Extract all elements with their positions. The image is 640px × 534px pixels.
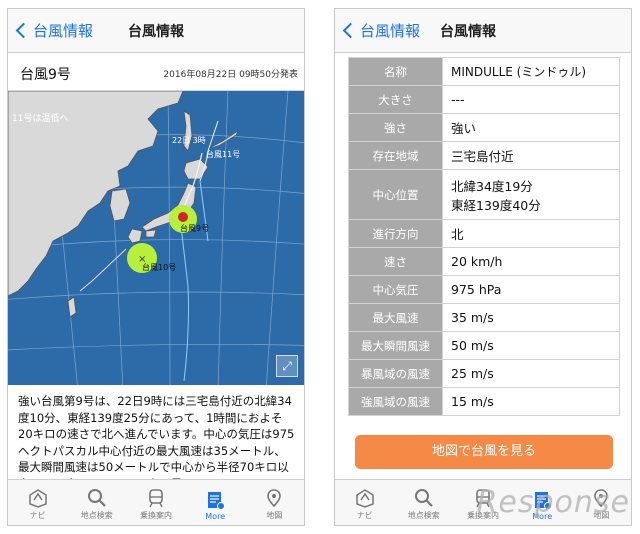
table-row: 存在地域 三宅島付近 bbox=[348, 141, 620, 170]
table-row: 強さ 強い bbox=[348, 113, 620, 142]
tab-label-navi: ナビ bbox=[356, 511, 373, 520]
back-label: 台風情報 bbox=[33, 22, 94, 40]
row-value-storm-wind: 25 m/s bbox=[442, 359, 620, 388]
center-latitude: 北緯34度19分 bbox=[451, 178, 533, 194]
row-value-size: --- bbox=[442, 85, 620, 114]
map-pin-icon bbox=[267, 489, 282, 508]
chevron-left-icon bbox=[342, 22, 359, 39]
navi-icon bbox=[355, 489, 374, 508]
row-key-strength: 強さ bbox=[348, 113, 443, 142]
train-icon bbox=[149, 489, 163, 508]
search-icon bbox=[414, 489, 433, 507]
tab-search[interactable]: 地点検索 bbox=[67, 480, 126, 525]
tab-search[interactable]: 地点検索 bbox=[394, 480, 453, 525]
typhoon-map[interactable]: × 11号は温低へ 22日 3時 台風11号 台風9号 台風10号 ⤢ bbox=[8, 91, 304, 385]
row-key-center: 中心位置 bbox=[348, 169, 443, 220]
row-key-max-wind: 最大風速 bbox=[348, 303, 443, 332]
row-value-speed: 20 km/h bbox=[442, 247, 620, 276]
back-button[interactable]: 台風情報 bbox=[341, 20, 420, 41]
issued-time: 2016年08月22日 09時50分発表 bbox=[163, 70, 298, 80]
tab-bar: ナビ 地点検索 乗換案内 More 地図 bbox=[8, 479, 304, 525]
row-value-location: 三宅島付近 bbox=[442, 141, 620, 170]
table-row: 速さ 20 km/h bbox=[348, 247, 620, 276]
row-key-strong-wind: 強風域の風速 bbox=[348, 387, 443, 416]
table-row: 最大風速 35 m/s bbox=[348, 303, 620, 332]
watermark-logo: Response bbox=[476, 485, 630, 520]
navigation-bar: 台風情報 台風情報 bbox=[335, 9, 631, 53]
typhoon-header: 台風9号 2016年08月22日 09時50分発表 bbox=[8, 53, 304, 91]
tab-label-more: More bbox=[205, 512, 226, 521]
typhoon-description: 強い台風第9号は、22日9時には三宅島付近の北緯34度10分、東経139度25分… bbox=[18, 394, 295, 481]
table-row: 中心位置 北緯34度19分 東経139度40分 bbox=[348, 169, 620, 220]
row-value-center: 北緯34度19分 東経139度40分 bbox=[442, 169, 620, 220]
more-icon bbox=[208, 492, 226, 510]
label-typhoon-10: 台風10号 bbox=[142, 262, 176, 272]
table-row: 最大瞬間風速 50 m/s bbox=[348, 331, 620, 360]
back-label: 台風情報 bbox=[360, 22, 421, 40]
typhoon-map-graphic: × 11号は温低へ 22日 3時 台風11号 台風9号 台風10号 bbox=[8, 91, 304, 385]
row-value-pressure: 975 hPa bbox=[442, 275, 620, 304]
typhoon-detail-table: 名称 MINDULLE (ミンドゥル) 大きさ --- 強さ 強い 存在地域 三… bbox=[348, 57, 620, 416]
phone-screen-map: 台風情報 台風情報 台風9号 2016年08月22日 09時50分発表 × 11… bbox=[7, 8, 305, 526]
chevron-left-icon bbox=[15, 22, 32, 39]
tab-navi[interactable]: ナビ bbox=[8, 480, 67, 525]
view-typhoon-on-map-button[interactable]: 地図で台風を見る bbox=[355, 435, 613, 469]
label-extratropical: 11号は温低へ bbox=[12, 112, 68, 124]
row-value-max-gust: 50 m/s bbox=[442, 331, 620, 360]
tab-navi[interactable]: ナビ bbox=[335, 480, 394, 525]
table-row: 名称 MINDULLE (ミンドゥル) bbox=[348, 57, 620, 86]
tab-transit[interactable]: 乗換案内 bbox=[126, 480, 185, 525]
typhoon-9-center-marker bbox=[178, 212, 188, 222]
row-key-name: 名称 bbox=[348, 57, 443, 86]
label-time: 22日 3時 bbox=[172, 136, 206, 145]
table-row: 強風域の風速 15 m/s bbox=[348, 387, 620, 416]
row-key-size: 大きさ bbox=[348, 85, 443, 114]
table-row: 中心気圧 975 hPa bbox=[348, 275, 620, 304]
table-row: 大きさ --- bbox=[348, 85, 620, 114]
row-key-max-gust: 最大瞬間風速 bbox=[348, 331, 443, 360]
landmass-shikoku bbox=[145, 229, 157, 238]
label-typhoon-11: 台風11号 bbox=[206, 149, 240, 159]
row-key-location: 存在地域 bbox=[348, 141, 443, 170]
tab-more[interactable]: More bbox=[186, 480, 245, 525]
table-row: 進行方向 北 bbox=[348, 219, 620, 248]
tab-label-search: 地点検索 bbox=[80, 511, 113, 520]
row-key-storm-wind: 暴風域の風速 bbox=[348, 359, 443, 388]
row-value-max-wind: 35 m/s bbox=[442, 303, 620, 332]
row-value-name: MINDULLE (ミンドゥル) bbox=[442, 57, 620, 86]
typhoon-name: 台風9号 bbox=[20, 67, 71, 83]
center-longitude: 東経139度40分 bbox=[451, 197, 541, 213]
row-value-direction: 北 bbox=[442, 219, 620, 248]
tab-map[interactable]: 地図 bbox=[245, 480, 304, 525]
back-button[interactable]: 台風情報 bbox=[14, 20, 93, 41]
tab-label-transit: 乗換案内 bbox=[140, 511, 172, 520]
tab-label-search: 地点検索 bbox=[407, 511, 440, 520]
row-key-pressure: 中心気圧 bbox=[348, 275, 443, 304]
row-key-direction: 進行方向 bbox=[348, 219, 443, 248]
expand-map-icon[interactable]: ⤢ bbox=[276, 355, 298, 377]
label-typhoon-9: 台風9号 bbox=[180, 223, 209, 233]
search-icon bbox=[87, 489, 106, 507]
tab-label-navi: ナビ bbox=[29, 511, 46, 520]
table-row: 暴風域の風速 25 m/s bbox=[348, 359, 620, 388]
navi-icon bbox=[28, 489, 47, 508]
tab-label-map: 地図 bbox=[266, 511, 283, 520]
row-value-strength: 強い bbox=[442, 113, 620, 142]
phone-screen-details: 台風情報 台風情報 名称 MINDULLE (ミンドゥル) 大きさ --- 強さ… bbox=[334, 8, 632, 526]
row-key-speed: 速さ bbox=[348, 247, 443, 276]
row-value-strong-wind: 15 m/s bbox=[442, 387, 620, 416]
navigation-bar: 台風情報 台風情報 bbox=[8, 9, 304, 53]
